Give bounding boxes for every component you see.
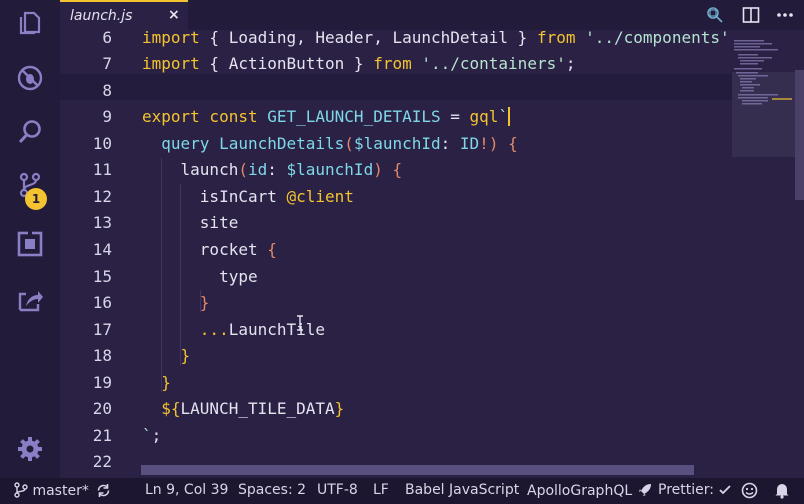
code-line-18: } — [142, 346, 191, 365]
code-line-12: isInCart @client — [142, 187, 354, 206]
line-number: 17 — [92, 320, 112, 339]
tab-filename: launch.js — [70, 8, 133, 24]
more-actions-icon[interactable] — [776, 6, 794, 24]
text-cursor — [508, 107, 511, 126]
mouse-ibeam-icon — [297, 315, 303, 331]
code-line-14: rocket { — [142, 240, 277, 259]
feedback-smiley-icon[interactable] — [741, 482, 758, 499]
line-number: 10 — [92, 134, 112, 153]
debug-no-bug-icon[interactable] — [15, 63, 45, 93]
line-ending[interactable]: LF — [373, 482, 389, 498]
open-changes-icon[interactable] — [706, 6, 724, 24]
activity-bar: 1 — [0, 0, 60, 478]
minimap-content — [734, 40, 792, 105]
code-line-19: } — [142, 373, 171, 392]
language-mode[interactable]: Babel JavaScript — [405, 482, 519, 498]
line-number: 7 — [102, 54, 112, 73]
prettier-status[interactable]: Prettier: — [658, 482, 732, 498]
settings-gear-icon[interactable] — [15, 434, 45, 464]
line-number: 22 — [92, 452, 112, 471]
extensions-icon[interactable] — [15, 229, 45, 259]
git-branch[interactable]: master* — [14, 482, 89, 499]
line-number: 16 — [92, 293, 112, 312]
code-line-20: ${LAUNCH_TILE_DATA} — [142, 399, 345, 418]
line-number: 14 — [92, 240, 112, 259]
code-editor[interactable]: 6 7 8 9 10 11 12 13 14 15 16 17 18 19 20… — [60, 30, 732, 478]
rocket-icon — [638, 484, 651, 496]
line-number: 12 — [92, 187, 112, 206]
source-control-badge: 1 — [25, 188, 47, 210]
horizontal-scrollbar-thumb[interactable] — [141, 465, 694, 475]
code-line-15: type — [142, 267, 258, 286]
notifications-bell-icon[interactable] — [774, 482, 790, 499]
checkmark-icon — [719, 485, 732, 495]
line-number-gutter: 6 7 8 9 10 11 12 13 14 15 16 17 18 19 20… — [60, 30, 120, 478]
git-branch-label: master* — [32, 483, 89, 499]
apollo-graphql-status[interactable]: ApolloGraphQL — [527, 482, 653, 499]
tab-launch-js[interactable]: launch.js × — [60, 0, 188, 30]
line-number: 6 — [102, 30, 112, 47]
prettier-label: Prettier: — [658, 482, 714, 498]
file-encoding[interactable]: UTF-8 — [317, 482, 358, 498]
status-bar: master* Ln 9, Col 39 Spaces: 2 UTF-8 LF … — [0, 478, 804, 504]
line-number: 13 — [92, 213, 112, 232]
code-line-21: `; — [142, 426, 162, 445]
line-number: 9 — [102, 107, 112, 126]
apollo-graphql-label: ApolloGraphQL — [527, 483, 633, 499]
line-number: 11 — [92, 160, 112, 179]
git-branch-icon — [14, 482, 28, 498]
code-line-6: import { Loading, Header, LaunchDetail }… — [142, 30, 730, 47]
line-number: 20 — [92, 399, 112, 418]
tab-close-icon[interactable]: × — [168, 7, 180, 23]
line-number: 15 — [92, 267, 112, 286]
tab-bar: launch.js × — [60, 0, 804, 30]
code-line-9: export const GET_LAUNCH_DETAILS = gql` — [142, 107, 511, 126]
line-number: 21 — [92, 426, 112, 445]
minimap[interactable] — [732, 30, 804, 478]
explorer-files-icon[interactable] — [15, 8, 45, 38]
code-line-13: site — [142, 213, 239, 232]
code-line-10: query LaunchDetails($launchId: ID!) { — [142, 134, 518, 153]
code-lines: import { Loading, Header, LaunchDetail }… — [142, 30, 732, 478]
line-number: 18 — [92, 346, 112, 365]
cursor-position[interactable]: Ln 9, Col 39 — [145, 482, 228, 498]
sync-icon[interactable] — [96, 483, 111, 498]
code-line-16: } — [142, 293, 210, 312]
indentation[interactable]: Spaces: 2 — [238, 482, 306, 498]
line-number: 19 — [92, 373, 112, 392]
split-editor-icon[interactable] — [742, 6, 760, 24]
code-line-7: import { ActionButton } from '../contain… — [142, 54, 576, 73]
search-icon[interactable] — [15, 117, 45, 147]
code-line-11: launch(id: $launchId) { — [142, 160, 403, 179]
live-share-icon[interactable] — [15, 285, 45, 315]
vertical-scrollbar-thumb[interactable] — [795, 70, 804, 200]
line-number: 8 — [102, 81, 112, 100]
